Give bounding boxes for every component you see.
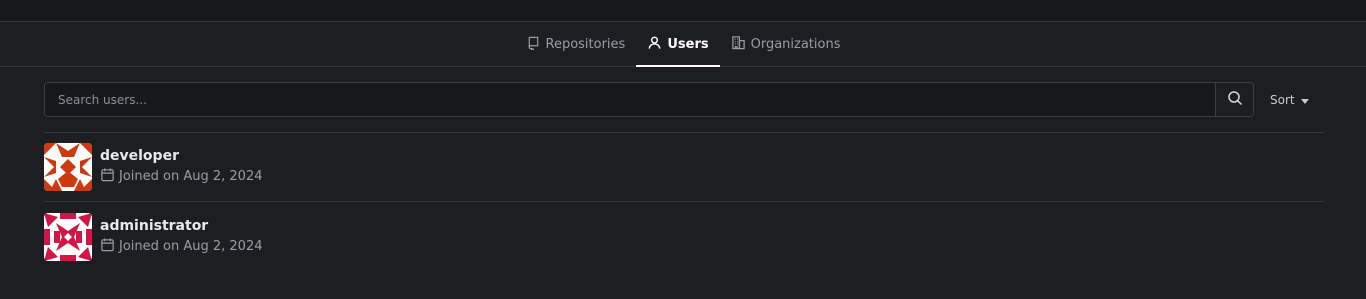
list-item: developer Joined on Aug 2, 2024 [44, 133, 1324, 202]
explore-tabs: Repositories Users Organizations [0, 22, 1366, 67]
search-icon [1227, 90, 1243, 110]
tab-organizations[interactable]: Organizations [720, 22, 852, 66]
avatar[interactable] [44, 212, 92, 261]
tab-label: Repositories [545, 36, 626, 52]
person-icon [647, 35, 662, 54]
search-input[interactable] [45, 83, 1215, 116]
tab-label: Organizations [750, 36, 841, 52]
username-link[interactable]: developer [100, 148, 262, 164]
identicon-icon [44, 143, 92, 191]
user-meta: developer Joined on Aug 2, 2024 [100, 148, 262, 186]
repo-icon [526, 35, 541, 54]
top-navbar [0, 0, 1366, 22]
joined-info: Joined on Aug 2, 2024 [100, 237, 262, 256]
identicon-icon [44, 212, 92, 261]
tab-repositories[interactable]: Repositories [515, 22, 637, 66]
calendar-icon [100, 167, 115, 186]
joined-date: Joined on Aug 2, 2024 [119, 238, 263, 254]
search-box [44, 82, 1254, 117]
caret-down-icon [1300, 93, 1309, 107]
search-row: Sort [44, 82, 1324, 117]
organization-icon [731, 35, 746, 54]
sort-dropdown[interactable]: Sort [1270, 93, 1309, 107]
joined-date: Joined on Aug 2, 2024 [119, 169, 263, 184]
calendar-icon [100, 237, 115, 256]
tab-users[interactable]: Users [636, 22, 720, 67]
sort-label: Sort [1270, 92, 1295, 107]
user-meta: administrator Joined on Aug 2, 2024 [100, 218, 262, 256]
username-link[interactable]: administrator [100, 218, 262, 234]
search-button[interactable] [1215, 83, 1253, 116]
tab-label: Users [667, 36, 709, 52]
joined-info: Joined on Aug 2, 2024 [100, 167, 262, 186]
user-list: developer Joined on Aug 2, 2024 administ… [44, 132, 1324, 271]
list-item: administrator Joined on Aug 2, 2024 [44, 202, 1324, 271]
avatar[interactable] [44, 143, 92, 191]
